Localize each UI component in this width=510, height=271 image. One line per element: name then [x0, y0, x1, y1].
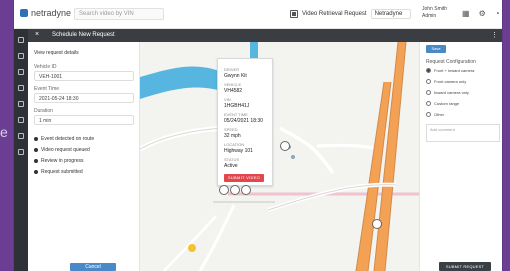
activity-item: Video request queued — [34, 147, 134, 153]
request-configuration-title: Request Configuration — [426, 59, 476, 65]
pin-icon — [34, 148, 38, 152]
workspace-value: Netradyne — [374, 11, 403, 17]
workspace-dropdown[interactable]: Netradyne — [370, 9, 411, 19]
top-icons: ▦ ⚙ ◔ ◉ — [462, 9, 502, 18]
right-panel: Save Request Configuration Front + Inwar… — [419, 42, 502, 271]
popup-value-speed: 32 mph — [224, 133, 241, 139]
popup-value-vin: 1HGBH41J — [224, 103, 250, 109]
background-side-text: e — [0, 124, 8, 140]
activity-text: Video request queued — [41, 147, 90, 153]
brand-logo-icon — [20, 9, 28, 17]
duration-label: Duration — [34, 108, 53, 114]
left-panel: View request details Vehicle ID VEH-1001… — [28, 42, 140, 271]
time-field[interactable]: 2021-05-24 18:30 — [34, 93, 134, 103]
option-front-only[interactable]: Front camera only — [426, 79, 466, 84]
map-marker-icon[interactable] — [230, 185, 240, 195]
option-label: Other — [434, 112, 445, 117]
view-request-label: View request details — [34, 50, 79, 56]
activity-text: Event detected on route — [41, 136, 95, 142]
radio-icon — [426, 112, 431, 117]
activity-item: Event detected on route — [34, 136, 134, 142]
rail-video-icon[interactable] — [18, 69, 24, 75]
left-rail — [14, 29, 28, 271]
time-value: 2021-05-24 18:30 — [39, 96, 79, 102]
time-label: Event Time — [34, 86, 60, 92]
comment-placeholder: Add comment — [430, 127, 455, 132]
map-marker-icon[interactable] — [241, 185, 251, 195]
popup-value-event-time: 05/24/2021 18:30 — [224, 118, 263, 124]
activity-list: Event detected on route Video request qu… — [34, 136, 134, 180]
comment-field[interactable]: Add comment — [426, 124, 500, 142]
user-name: John Smith — [422, 6, 448, 12]
radio-icon — [426, 79, 431, 84]
close-icon[interactable]: × — [35, 31, 39, 38]
grid-icon[interactable]: ▦ — [462, 9, 470, 18]
option-label: Inward camera only — [434, 90, 469, 95]
app-window: netradyne Search video by VIN Video Retr… — [14, 0, 502, 271]
activity-text: Review in progress — [41, 158, 84, 164]
option-other[interactable]: Other — [426, 112, 444, 117]
rail-report-icon[interactable] — [18, 85, 24, 91]
header-more-icon[interactable]: ⋮ — [491, 31, 498, 39]
rail-map-icon[interactable] — [18, 53, 24, 59]
map-marker-icon[interactable] — [280, 141, 290, 151]
rail-user-icon[interactable] — [18, 133, 24, 139]
option-custom-range[interactable]: Custom range — [426, 101, 459, 106]
map-marker-icon[interactable] — [219, 185, 229, 195]
option-inward-only[interactable]: Inward camera only — [426, 90, 469, 95]
vehicle-field[interactable]: VEH-1001 — [34, 71, 134, 81]
radio-icon — [426, 68, 431, 73]
option-label: Front camera only — [434, 79, 467, 84]
page-title: Schedule New Request — [52, 32, 115, 38]
rail-settings-icon[interactable] — [18, 117, 24, 123]
pin-icon — [34, 137, 38, 141]
event-popup: DRIVER Gwynn Kit VEHICLE VH4582 VIN 1HGB… — [217, 58, 273, 186]
option-label: Front + Inward camera — [434, 68, 475, 73]
popup-value-status: Active — [224, 163, 238, 169]
activity-text: Request submitted — [41, 169, 83, 175]
user-role: Admin — [422, 13, 437, 19]
popup-value-vehicle: VH4582 — [224, 88, 243, 94]
popup-value-driver: Gwynn Kit — [224, 73, 247, 79]
brand[interactable]: netradyne — [20, 8, 71, 18]
save-button[interactable]: Save — [426, 45, 446, 53]
user-box[interactable]: John Smith Admin — [422, 6, 454, 20]
bell-icon[interactable]: ◔ — [495, 9, 500, 18]
radio-icon — [426, 90, 431, 95]
activity-item: Request submitted — [34, 169, 134, 175]
workspace-label: Video Retrieval Request — [302, 11, 367, 17]
settings-icon[interactable]: ⚙ — [479, 9, 486, 18]
rail-help-icon[interactable] — [18, 149, 24, 155]
page-header: × Schedule New Request ⋮ — [28, 29, 502, 42]
vehicle-label: Vehicle ID — [34, 64, 57, 70]
submit-video-request-button[interactable]: SUBMIT VIDEO REQ — [224, 174, 264, 188]
vehicle-value: VEH-1001 — [39, 74, 63, 80]
duration-value: 1 min — [39, 118, 52, 124]
option-front-inward[interactable]: Front + Inward camera — [426, 68, 474, 73]
brand-name: netradyne — [31, 8, 72, 18]
popup-value-location: Highway 101 — [224, 148, 253, 154]
rail-home-icon[interactable] — [18, 37, 24, 43]
search-placeholder: Search video by VIN — [79, 11, 134, 17]
workspace-selector[interactable]: Video Retrieval Request Netradyne — [290, 9, 411, 19]
map[interactable] — [140, 42, 419, 271]
submit-request-button[interactable]: SUBMIT REQUEST — [439, 262, 491, 271]
map-marker-icon[interactable] — [372, 219, 382, 229]
view-request-link[interactable]: View request details — [34, 50, 79, 56]
pin-icon — [34, 159, 38, 163]
pin-icon — [34, 170, 38, 174]
radio-icon — [426, 101, 431, 106]
rail-alert-icon[interactable] — [18, 101, 24, 107]
map-canvas — [140, 42, 419, 271]
video-request-icon — [290, 10, 298, 18]
top-bar: netradyne Search video by VIN Video Retr… — [14, 0, 502, 29]
search-input[interactable]: Search video by VIN — [74, 8, 164, 20]
cancel-button[interactable]: Cancel — [70, 263, 116, 271]
option-label: Custom range — [434, 101, 460, 106]
duration-field[interactable]: 1 min — [34, 115, 134, 125]
activity-item: Review in progress — [34, 158, 134, 164]
